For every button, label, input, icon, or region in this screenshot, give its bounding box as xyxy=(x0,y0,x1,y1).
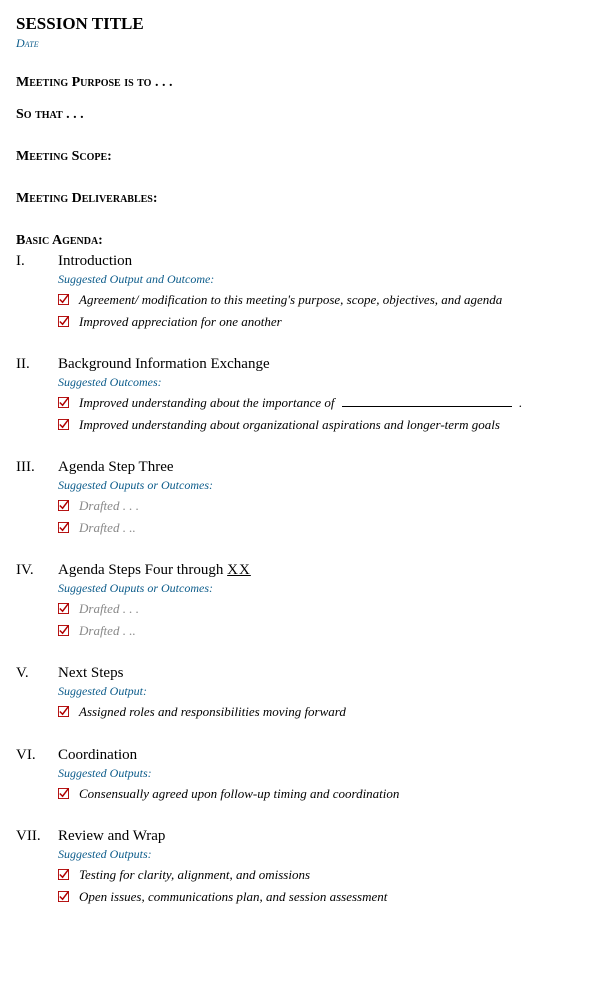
session-title: SESSION TITLE xyxy=(16,14,575,34)
agenda-number: IV. xyxy=(16,562,58,579)
checkbox-checked-icon xyxy=(58,625,69,636)
checkbox-checked-icon xyxy=(58,419,69,430)
checklist-item-text: Improved understanding about the importa… xyxy=(79,394,522,412)
checkbox-checked-icon xyxy=(58,316,69,327)
checklist-item-text: Drafted . . . xyxy=(79,497,139,515)
agenda-title: Next Steps xyxy=(58,665,575,682)
agenda-subheading: Suggested Ouputs or Outcomes: xyxy=(58,478,575,493)
checklist-item-text: Drafted . . . xyxy=(79,600,139,618)
checklist-item: Improved appreciation for one another xyxy=(58,313,575,331)
agenda-section: III.Agenda Step Three Suggested Ouputs or… xyxy=(16,459,575,540)
checkbox-checked-icon xyxy=(58,397,69,408)
checklist-item: Drafted . . . xyxy=(58,497,575,515)
agenda-title: Introduction xyxy=(58,253,575,270)
agenda-subheading: Suggested Outcomes: xyxy=(58,375,575,390)
basic-agenda-label: Basic Agenda: xyxy=(16,233,575,249)
checklist-item-text: Improved understanding about organizatio… xyxy=(79,416,500,434)
checklist-item-text: Drafted . .. xyxy=(79,622,136,640)
checklist-item: Drafted . .. xyxy=(58,622,575,640)
checklist-item: Assigned roles and responsibilities movi… xyxy=(58,703,575,721)
agenda-subheading: Suggested Output: xyxy=(58,684,575,699)
agenda-title: Review and Wrap xyxy=(58,828,575,845)
meeting-purpose-label: Meeting Purpose is to . . . xyxy=(16,75,575,91)
checkbox-checked-icon xyxy=(58,788,69,799)
agenda-number: VII. xyxy=(16,828,58,845)
checkbox-checked-icon xyxy=(58,869,69,880)
agenda-number: VI. xyxy=(16,747,58,764)
agenda-number: II. xyxy=(16,356,58,373)
agenda-subheading: Suggested Outputs: xyxy=(58,847,575,862)
agenda-subheading: Suggested Ouputs or Outcomes: xyxy=(58,581,575,596)
checklist-item: Drafted . . . xyxy=(58,600,575,618)
agenda-title: Background Information Exchange xyxy=(58,356,575,373)
agenda-section: IV.Agenda Steps Four through XX Suggested… xyxy=(16,562,575,643)
agenda-title: Coordination xyxy=(58,747,575,764)
checkbox-checked-icon xyxy=(58,706,69,717)
fill-in-blank xyxy=(342,406,512,407)
checklist-item-text: Open issues, communications plan, and se… xyxy=(79,888,387,906)
checkbox-checked-icon xyxy=(58,891,69,902)
checklist-item: Improved understanding about the importa… xyxy=(58,394,575,412)
checklist-item: Consensually agreed upon follow-up timin… xyxy=(58,785,575,803)
session-date: Date xyxy=(16,36,575,51)
agenda-subheading: Suggested Outputs: xyxy=(58,766,575,781)
checklist-item-text: Consensually agreed upon follow-up timin… xyxy=(79,785,399,803)
agenda-section: V.Next Steps Suggested Output: Assigned ro… xyxy=(16,665,575,725)
checklist-item-text: Improved appreciation for one another xyxy=(79,313,282,331)
agenda-number: I. xyxy=(16,253,58,270)
meeting-scope-label: Meeting Scope: xyxy=(16,149,575,165)
checkbox-checked-icon xyxy=(58,603,69,614)
checklist-item-text: Testing for clarity, alignment, and omis… xyxy=(79,866,310,884)
placeholder-xx: XX xyxy=(227,562,251,578)
checklist-item-text: Agreement/ modification to this meeting'… xyxy=(79,291,502,309)
checklist-item: Agreement/ modification to this meeting'… xyxy=(58,291,575,309)
agenda-title: Agenda Steps Four through XX xyxy=(58,562,575,579)
agenda-number: V. xyxy=(16,665,58,682)
agenda-section: II.Background Information Exchange Sugges… xyxy=(16,356,575,437)
checklist-item: Testing for clarity, alignment, and omis… xyxy=(58,866,575,884)
agenda-section: I.Introduction Suggested Output and Outco… xyxy=(16,253,575,334)
agenda-section: VII.Review and Wrap Suggested Outputs: Tes… xyxy=(16,828,575,909)
checklist-item: Improved understanding about organizatio… xyxy=(58,416,575,434)
agenda-number: III. xyxy=(16,459,58,476)
checkbox-checked-icon xyxy=(58,500,69,511)
checklist-item-text: Assigned roles and responsibilities movi… xyxy=(79,703,346,721)
agenda-subheading: Suggested Output and Outcome: xyxy=(58,272,575,287)
checkbox-checked-icon xyxy=(58,522,69,533)
so-that-label: So that . . . xyxy=(16,107,575,123)
agenda-section: VI.Coordination Suggested Outputs: Consens… xyxy=(16,747,575,807)
checklist-item-text: Drafted . .. xyxy=(79,519,136,537)
agenda-title: Agenda Step Three xyxy=(58,459,575,476)
meeting-deliverables-label: Meeting Deliverables: xyxy=(16,191,575,207)
checkbox-checked-icon xyxy=(58,294,69,305)
checklist-item: Drafted . .. xyxy=(58,519,575,537)
checklist-item: Open issues, communications plan, and se… xyxy=(58,888,575,906)
